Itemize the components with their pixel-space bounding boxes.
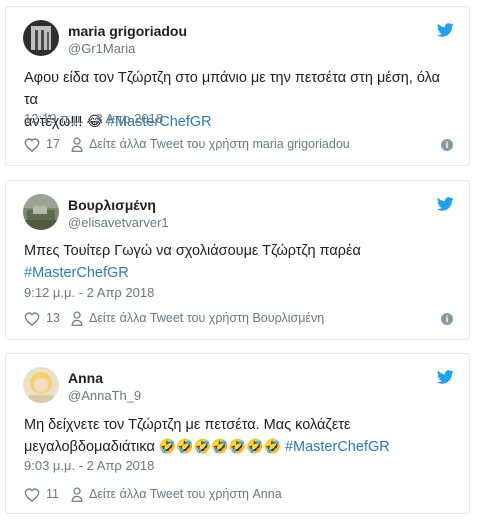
info-icon[interactable]: i	[441, 139, 453, 151]
user-name[interactable]: maria grigoriadou	[68, 23, 187, 39]
user-handle[interactable]: @Gr1Maria	[68, 41, 135, 56]
tweet-timestamp[interactable]: 9:12 μ.μ. - 2 Απρ 2018	[24, 285, 154, 300]
tweet-card[interactable]: Βουρλισμένη @elisavetvarver1 Μπες Τουίτε…	[5, 180, 470, 340]
user-handle[interactable]: @AnnaTh_9	[68, 388, 141, 403]
heart-icon[interactable]	[24, 311, 40, 326]
twitter-bird-icon[interactable]	[437, 23, 454, 37]
tweet-text-line: Αφου είδα τον Τζώρτζη στο μπάνιο με την …	[24, 70, 441, 108]
twitter-bird-icon[interactable]	[437, 370, 454, 384]
tweet-timestamp[interactable]: 12:19 π.μ. - 3 Απρ 2018	[24, 111, 163, 126]
person-icon	[71, 311, 83, 326]
avatar[interactable]	[23, 367, 59, 403]
person-icon	[71, 487, 83, 502]
like-count[interactable]: 13	[46, 311, 60, 325]
tweet-actions: 13 Δείτε άλλα Tweet του χρήστη Βουρλισμέ…	[24, 310, 455, 328]
avatar[interactable]	[23, 194, 59, 230]
tweet-text: Μη δείχνετε τον Τζώρτζη με πετσέτα. Μας …	[24, 414, 455, 458]
info-icon[interactable]: i	[441, 313, 453, 325]
heart-icon[interactable]	[24, 487, 40, 502]
person-icon	[71, 137, 83, 152]
tweet-text-line: Μπες Τουίτερ Γωγώ να σχολιάσουμε Τζώρτζη…	[24, 243, 361, 259]
avatar[interactable]	[23, 20, 59, 56]
more-tweets-link[interactable]: Δείτε άλλα Tweet του χρήστη Anna	[89, 487, 282, 501]
hashtag-link[interactable]: #MasterChefGR	[285, 439, 390, 455]
tweet-text-line: Μη δείχνετε τον Τζώρτζη με πετσέτα. Μας …	[24, 417, 351, 433]
tweet-text: Μπες Τουίτερ Γωγώ να σχολιάσουμε Τζώρτζη…	[24, 240, 455, 284]
tweet-card[interactable]: Anna @AnnaTh_9 Μη δείχνετε τον Τζώρτζη μ…	[5, 353, 470, 514]
tweet-actions: 11 Δείτε άλλα Tweet του χρήστη Anna	[24, 486, 455, 504]
tweet-text-fragment: μεγαλοβδομαδιάτικα	[24, 439, 155, 455]
tweet-text-line: μεγαλοβδομαδιάτικα 🤣🤣🤣🤣🤣🤣🤣 #MasterChefGR	[24, 436, 455, 458]
hashtag-link[interactable]: #MasterChefGR	[24, 265, 129, 281]
rofl-emojis: 🤣🤣🤣🤣🤣🤣🤣	[158, 438, 281, 454]
user-name[interactable]: Anna	[68, 370, 103, 386]
like-count[interactable]: 17	[46, 137, 60, 151]
heart-icon[interactable]	[24, 137, 40, 152]
tweet-timestamp[interactable]: 9:03 μ.μ. - 2 Απρ 2018	[24, 458, 154, 473]
tweet-text-line: #MasterChefGR	[24, 262, 455, 284]
user-handle[interactable]: @elisavetvarver1	[68, 215, 169, 230]
tweet-card[interactable]: maria grigoriadou @Gr1Maria Αφου είδα το…	[5, 6, 470, 166]
twitter-bird-icon[interactable]	[437, 197, 454, 211]
more-tweets-link[interactable]: Δείτε άλλα Tweet του χρήστη Βουρλισμένη	[89, 311, 324, 325]
like-count[interactable]: 11	[46, 487, 59, 501]
user-name[interactable]: Βουρλισμένη	[68, 197, 156, 213]
tweet-actions: 17 Δείτε άλλα Tweet του χρήστη maria gri…	[24, 136, 455, 154]
more-tweets-link[interactable]: Δείτε άλλα Tweet του χρήστη maria grigor…	[89, 137, 350, 151]
